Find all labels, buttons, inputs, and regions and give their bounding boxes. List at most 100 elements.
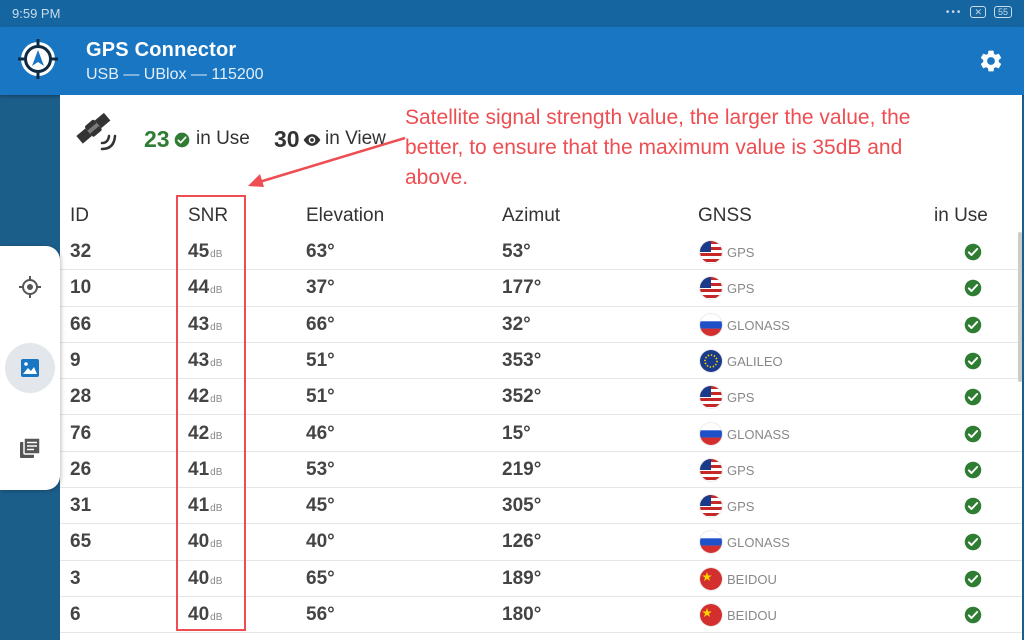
snr-unit: dB xyxy=(210,539,223,551)
snr-unit: dB xyxy=(210,430,223,442)
ru-flag-icon xyxy=(700,422,722,445)
cell-id: 32 xyxy=(70,241,92,262)
snr-annotation-note: Satellite signal strength value, the lar… xyxy=(405,106,911,189)
cell-elevation: 56° xyxy=(306,604,335,625)
cell-id: 10 xyxy=(70,277,92,299)
in-use-check-icon xyxy=(964,425,982,443)
snr-unit: dB xyxy=(210,503,223,515)
header-gnss: GNSS xyxy=(698,205,752,226)
satellite-row: 9 43dB 51° 353° GALILEO xyxy=(60,343,1022,380)
cell-id: 6 xyxy=(70,604,81,625)
cell-gnss: BEIDOU xyxy=(727,608,777,623)
nav-item-log[interactable] xyxy=(5,423,55,473)
snr-value: 42 xyxy=(188,386,210,408)
in-use-check-icon xyxy=(964,606,982,624)
settings-gear-icon[interactable] xyxy=(978,48,1004,74)
check-circle-icon xyxy=(174,132,190,148)
cell-elevation: 51° xyxy=(306,349,335,371)
cell-elevation: 63° xyxy=(306,241,335,262)
in-use-count: 23 xyxy=(144,126,170,152)
cell-snr: 40dB xyxy=(188,568,222,590)
header-azimut: Azimut xyxy=(502,205,561,226)
cell-id: 65 xyxy=(70,531,92,553)
cell-azimut: 189° xyxy=(502,567,542,589)
nav-item-image[interactable] xyxy=(5,343,55,393)
cn-flag-icon xyxy=(700,604,722,626)
app-bar: GPS Connector USB — UBlox — 115200 xyxy=(0,27,1024,95)
in-use-check-icon xyxy=(964,570,982,588)
satellite-row: 10 44dB 37° 177° GPS xyxy=(60,270,1022,307)
scrollbar[interactable] xyxy=(1018,232,1022,382)
cell-azimut: 352° xyxy=(502,386,542,408)
satellite-row: 3 40dB 65° 189° BEIDOU xyxy=(60,561,1022,597)
connection-subtitle: USB — UBlox — 115200 xyxy=(86,66,264,83)
cell-azimut: 353° xyxy=(502,349,542,371)
snr-unit: dB xyxy=(210,612,223,623)
cell-id: 66 xyxy=(70,313,92,335)
header-id: ID xyxy=(70,205,89,226)
cell-snr: 45dB xyxy=(188,241,222,263)
cell-gnss: GPS xyxy=(727,281,755,297)
cell-snr: 44dB xyxy=(188,277,222,299)
in-use-check-icon xyxy=(964,533,982,551)
satellite-row: 32 45dB 63° 53° GPS xyxy=(60,234,1022,271)
in-use-check-icon xyxy=(964,497,982,515)
cell-snr: 43dB xyxy=(188,314,222,336)
satellite-row: 66 43dB 66° 32° GLONASS xyxy=(60,307,1022,343)
cell-azimut: 305° xyxy=(502,495,542,517)
cell-id: 76 xyxy=(70,422,92,444)
cell-elevation: 37° xyxy=(306,277,335,299)
us-flag-icon xyxy=(700,277,722,300)
cell-snr: 40dB xyxy=(188,531,222,553)
snr-value: 40 xyxy=(188,531,210,553)
satellite-panel: 23 in Use 30 in View Satellite signal st… xyxy=(60,95,1022,640)
header-snr: SNR xyxy=(188,205,229,226)
cell-elevation: 53° xyxy=(306,458,335,480)
satellite-row: 26 41dB 53° 219° GPS xyxy=(60,452,1022,489)
header-in-use: in Use xyxy=(934,205,988,226)
cell-snr: 42dB xyxy=(188,423,222,445)
snr-unit: dB xyxy=(210,249,223,260)
app-title: GPS Connector xyxy=(86,39,237,61)
annotation-arrow xyxy=(248,136,406,187)
log-icon xyxy=(20,437,41,458)
in-use-check-icon xyxy=(964,388,982,406)
cell-azimut: 126° xyxy=(502,531,542,553)
cell-gnss: GPS xyxy=(727,390,755,406)
nav-item-gps[interactable] xyxy=(5,262,55,312)
cell-id: 9 xyxy=(70,349,81,371)
cell-id: 28 xyxy=(70,386,92,408)
close-notification-icon: ✕ xyxy=(970,6,986,18)
eu-flag-icon xyxy=(700,349,722,372)
cell-id: 26 xyxy=(70,458,92,480)
cell-gnss: GLONASS xyxy=(727,535,790,551)
in-use-check-icon xyxy=(964,352,982,370)
system-icons: ••• ✕ 55 xyxy=(946,6,1012,18)
snr-unit: dB xyxy=(210,321,223,333)
satellite-row: 6 40dB 56° 180° BEIDOU xyxy=(60,597,1022,634)
cell-azimut: 15° xyxy=(502,422,531,444)
cell-snr: 43dB xyxy=(188,350,222,372)
in-use-check-icon xyxy=(964,243,982,261)
cell-azimut: 53° xyxy=(502,241,531,262)
ru-flag-icon xyxy=(700,531,722,554)
satellite-row: 76 42dB 46° 15° GLONASS xyxy=(60,416,1022,452)
header-elevation: Elevation xyxy=(306,205,385,226)
snr-value: 44 xyxy=(188,277,210,299)
status-time: 9:59 PM xyxy=(12,6,61,21)
snr-value: 45 xyxy=(188,241,210,262)
cell-elevation: 46° xyxy=(306,422,335,444)
more-dots-icon: ••• xyxy=(945,6,963,18)
snr-value: 43 xyxy=(188,349,210,371)
cell-elevation: 65° xyxy=(306,567,335,589)
us-flag-icon xyxy=(700,386,722,409)
cell-azimut: 219° xyxy=(502,458,542,480)
snr-value: 41 xyxy=(188,458,210,480)
gps-connector-logo-icon xyxy=(18,39,58,79)
cell-elevation: 40° xyxy=(306,531,335,553)
ru-flag-icon xyxy=(700,313,722,336)
cell-snr: 40dB xyxy=(188,604,222,626)
snr-unit: dB xyxy=(210,285,223,297)
snr-value: 40 xyxy=(188,567,210,589)
snr-unit: dB xyxy=(210,394,223,406)
